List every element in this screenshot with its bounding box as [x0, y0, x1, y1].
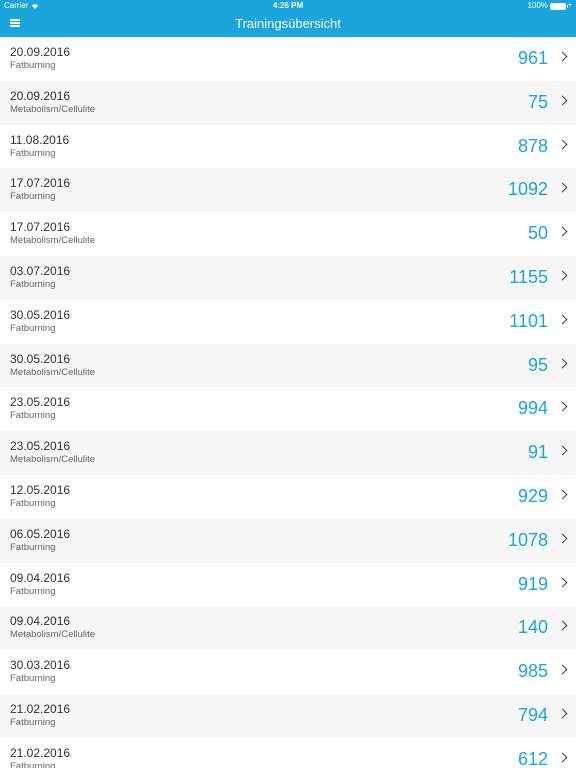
training-list[interactable]: 20.09.2016 Fatburning 961 20.09.2016 Metabol…: [0, 37, 576, 768]
training-value: 1101: [509, 310, 548, 331]
chevron-right-icon: [557, 314, 568, 325]
training-date: 20.09.2016: [10, 45, 71, 59]
training-date: 23.05.2016: [10, 439, 71, 454]
training-value: 1078: [507, 529, 548, 550]
training-date: 11.08.2016: [10, 132, 70, 147]
chevron-right-icon: [557, 489, 568, 500]
app-header: Carrier 4:26 PM 100% + Trainingsübersich…: [0, 0, 576, 37]
training-row[interactable]: 20.09.2016 Metabolism/Cellulite 75: [0, 80, 576, 125]
training-row[interactable]: 09.04.2016 Metabolism/Cellulite 140: [0, 606, 576, 651]
training-value: 878: [517, 135, 548, 156]
training-category: Fatburning: [10, 60, 56, 71]
training-row[interactable]: 30.05.2016 Fatburning 1101: [0, 299, 576, 344]
training-date: 06.05.2016: [10, 526, 71, 541]
training-row[interactable]: 30.03.2016 Fatburning 985: [0, 650, 576, 694]
training-date: 30.03.2016: [10, 658, 71, 673]
training-value: 140: [517, 617, 548, 638]
training-date: 30.05.2016: [10, 307, 71, 322]
training-category: Fatburning: [10, 191, 56, 203]
training-value: 919: [517, 573, 548, 594]
training-date: 03.07.2016: [10, 263, 71, 278]
training-date: 09.04.2016: [10, 570, 71, 585]
status-time: 4:26 PM: [272, 1, 304, 10]
chevron-right-icon: [557, 182, 568, 193]
chevron-right-icon: [557, 139, 568, 150]
training-row[interactable]: 12.05.2016 Fatburning 929: [0, 474, 576, 519]
training-date: 21.02.2016: [10, 701, 71, 716]
training-row[interactable]: 21.02.2016 Fatburning 612: [0, 737, 576, 768]
training-value: 50: [527, 223, 548, 244]
training-row[interactable]: 17.07.2016 Metabolism/Cellulite 50: [0, 212, 576, 256]
training-category: Metabolism/Cellulite: [10, 235, 96, 247]
training-date: 21.02.2016: [10, 745, 71, 760]
training-value: 1092: [507, 179, 548, 200]
training-row[interactable]: 09.04.2016 Fatburning 919: [0, 562, 576, 607]
battery-icon: [549, 2, 568, 10]
training-row[interactable]: 21.02.2016 Fatburning 794: [0, 693, 576, 738]
training-date: 17.07.2016: [10, 176, 71, 191]
training-value: 994: [517, 398, 548, 419]
training-row[interactable]: 20.09.2016 Fatburning 961: [0, 37, 576, 81]
chevron-right-icon: [557, 664, 568, 675]
training-value: 75: [527, 91, 548, 112]
training-category: Metabolism/Cellulite: [10, 103, 96, 115]
training-date: 17.07.2016: [10, 220, 71, 235]
chevron-right-icon: [557, 51, 568, 62]
navigation-bar: Trainingsübersicht: [0, 12, 576, 37]
training-category: Fatburning: [10, 410, 56, 422]
training-category: Metabolism/Cellulite: [10, 629, 96, 641]
training-value: 961: [517, 48, 548, 68]
chevron-right-icon: [557, 358, 568, 369]
chevron-right-icon: [557, 752, 568, 763]
chevron-right-icon: [557, 270, 568, 281]
training-category: Metabolism/Cellulite: [10, 454, 96, 466]
training-date: 20.09.2016: [10, 88, 71, 103]
training-value: 985: [517, 661, 548, 682]
charging-icon: +: [567, 2, 572, 9]
training-row[interactable]: 17.07.2016 Fatburning 1092: [0, 168, 576, 213]
chevron-right-icon: [557, 533, 568, 544]
training-row[interactable]: 06.05.2016 Fatburning 1078: [0, 518, 576, 563]
battery-percent: 100%: [527, 1, 548, 10]
chevron-right-icon: [557, 226, 568, 237]
training-value: 612: [517, 748, 548, 768]
training-value: 1155: [509, 266, 548, 287]
training-category: Fatburning: [10, 760, 56, 768]
training-value: 95: [527, 354, 548, 375]
training-category: Fatburning: [10, 497, 56, 509]
training-category: Fatburning: [10, 673, 56, 685]
chevron-right-icon: [557, 708, 568, 719]
training-category: Fatburning: [10, 147, 56, 159]
training-date: 30.05.2016: [10, 351, 71, 366]
chevron-right-icon: [557, 620, 568, 631]
battery-info: 100% +: [527, 0, 572, 12]
chevron-right-icon: [557, 95, 568, 106]
training-category: Fatburning: [10, 278, 56, 290]
training-date: 12.05.2016: [10, 482, 71, 497]
page-title: Trainingsübersicht: [235, 16, 341, 31]
training-row[interactable]: 03.07.2016 Fatburning 1155: [0, 255, 576, 300]
training-value: 929: [517, 485, 548, 506]
training-row[interactable]: 11.08.2016 Fatburning 878: [0, 124, 576, 169]
training-row[interactable]: 23.05.2016 Metabolism/Cellulite 91: [0, 431, 576, 475]
chevron-right-icon: [557, 445, 568, 456]
training-date: 23.05.2016: [10, 395, 71, 410]
training-row[interactable]: 30.05.2016 Metabolism/Cellulite 95: [0, 343, 576, 388]
training-date: 09.04.2016: [10, 614, 71, 629]
training-category: Fatburning: [10, 585, 56, 597]
training-category: Fatburning: [10, 322, 56, 334]
training-row[interactable]: 23.05.2016 Fatburning 994: [0, 387, 576, 432]
status-bar: Carrier 4:26 PM 100% +: [0, 0, 576, 12]
training-category: Metabolism/Cellulite: [10, 366, 96, 378]
training-category: Fatburning: [10, 541, 56, 553]
training-category: Fatburning: [10, 716, 56, 728]
training-value: 794: [517, 704, 548, 725]
chevron-right-icon: [557, 577, 568, 588]
chevron-right-icon: [557, 401, 568, 412]
training-value: 91: [527, 442, 548, 463]
